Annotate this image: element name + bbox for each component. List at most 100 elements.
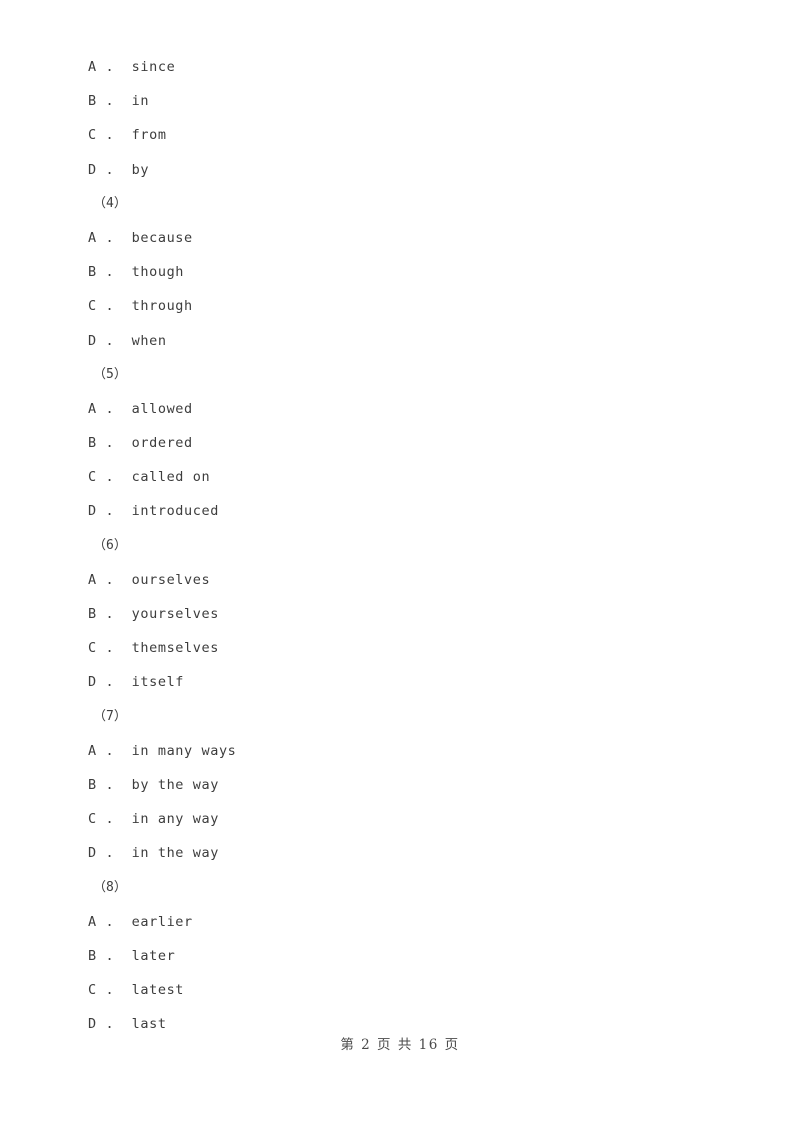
option-gap (114, 59, 131, 75)
option-separator: . (96, 400, 115, 417)
option-letter: C (88, 127, 97, 144)
option-gap (114, 914, 131, 930)
question-number: （5） (93, 366, 127, 382)
question-number: （7） (93, 708, 127, 724)
option-gap (114, 811, 131, 827)
option-text: by (131, 161, 150, 178)
option-letter: A (88, 59, 97, 75)
option-gap (114, 572, 131, 588)
document-page: A . since B . in C . from D . by （4） A . beca… (0, 0, 800, 1132)
option-gap (114, 435, 131, 451)
option-separator: . (96, 161, 115, 178)
option-text: in any way (131, 811, 219, 828)
answer-option: C . called on (88, 460, 708, 494)
option-separator: . (96, 982, 115, 999)
option-text: in the way (131, 845, 219, 862)
question-number: （6） (93, 537, 127, 553)
answer-option: C . through (88, 289, 708, 323)
option-gap (114, 264, 131, 280)
option-gap (114, 93, 131, 109)
option-letter: B (88, 606, 97, 622)
option-letter: B (88, 947, 97, 964)
option-gap (114, 982, 131, 998)
answer-option: D . introduced (88, 494, 708, 528)
option-letter: B (88, 776, 97, 793)
option-letter: A (88, 742, 97, 759)
option-letter: D (88, 674, 97, 691)
answer-option: B . ordered (88, 426, 708, 460)
option-letter: C (88, 811, 97, 828)
option-text: itself (131, 674, 185, 691)
option-text: earlier (131, 913, 193, 930)
option-gap (114, 948, 131, 964)
option-text: through (131, 298, 193, 315)
option-letter: D (88, 332, 97, 349)
option-text: when (131, 332, 167, 349)
option-text: yourselves (131, 606, 219, 622)
option-letter: A (88, 571, 97, 588)
option-separator: . (96, 606, 115, 622)
option-text: latest (131, 982, 185, 999)
option-text: allowed (131, 400, 193, 417)
answer-option: D . by (88, 153, 708, 187)
option-separator: . (96, 776, 115, 793)
option-text: from (131, 127, 167, 144)
question-number: （4） (93, 195, 127, 211)
option-letter: D (88, 845, 97, 862)
option-gap (114, 469, 131, 485)
option-separator: . (96, 674, 115, 691)
question-number: （8） (93, 879, 127, 895)
answer-option: A . allowed (88, 392, 708, 426)
answer-option: A . earlier (88, 905, 708, 939)
option-gap (114, 777, 131, 793)
option-text: last (131, 1016, 167, 1033)
answer-option: B . in (88, 84, 708, 118)
option-letter: D (88, 161, 97, 178)
answer-option: A . because (88, 221, 708, 255)
option-letter: B (88, 93, 97, 110)
question-options-list: A . since B . in C . from D . by （4） A . beca… (88, 50, 708, 1041)
answer-option: C . in any way (88, 802, 708, 836)
option-gap (114, 743, 131, 759)
option-gap (114, 230, 131, 246)
option-text: in (131, 93, 150, 110)
option-separator: . (96, 93, 115, 110)
answer-option: A . ourselves (88, 563, 708, 597)
answer-option: C . latest (88, 973, 708, 1007)
option-letter: D (88, 1016, 97, 1033)
option-letter: A (88, 400, 97, 417)
option-separator: . (96, 571, 115, 588)
option-text: called on (131, 469, 211, 486)
option-gap (114, 640, 131, 656)
option-separator: . (96, 127, 115, 144)
option-gap (114, 401, 131, 417)
option-gap (114, 333, 131, 349)
option-letter: D (88, 503, 97, 520)
option-letter: C (88, 298, 97, 315)
option-text: though (131, 264, 185, 281)
option-gap (114, 845, 131, 861)
option-gap (114, 503, 131, 519)
page-footer: 第 2 页 共 16 页 (340, 1037, 460, 1053)
option-text: introduced (131, 503, 219, 520)
option-gap (114, 298, 131, 314)
answer-option: D . when (88, 324, 708, 358)
option-text: in many ways (131, 742, 237, 759)
option-separator: . (96, 59, 115, 75)
option-separator: . (96, 845, 115, 862)
option-separator: . (96, 298, 115, 315)
option-separator: . (96, 332, 115, 349)
answer-option: B . though (88, 255, 708, 289)
option-letter: C (88, 469, 97, 486)
answer-option: D . itself (88, 665, 708, 699)
option-text: later (131, 947, 176, 964)
option-gap (114, 1016, 131, 1032)
option-text: because (131, 229, 193, 246)
option-letter: B (88, 435, 97, 452)
option-letter: C (88, 640, 97, 657)
option-gap (114, 606, 131, 622)
option-separator: . (96, 913, 115, 930)
answer-option: A . in many ways (88, 734, 708, 768)
option-separator: . (96, 229, 115, 246)
answer-option: B . by the way (88, 768, 708, 802)
